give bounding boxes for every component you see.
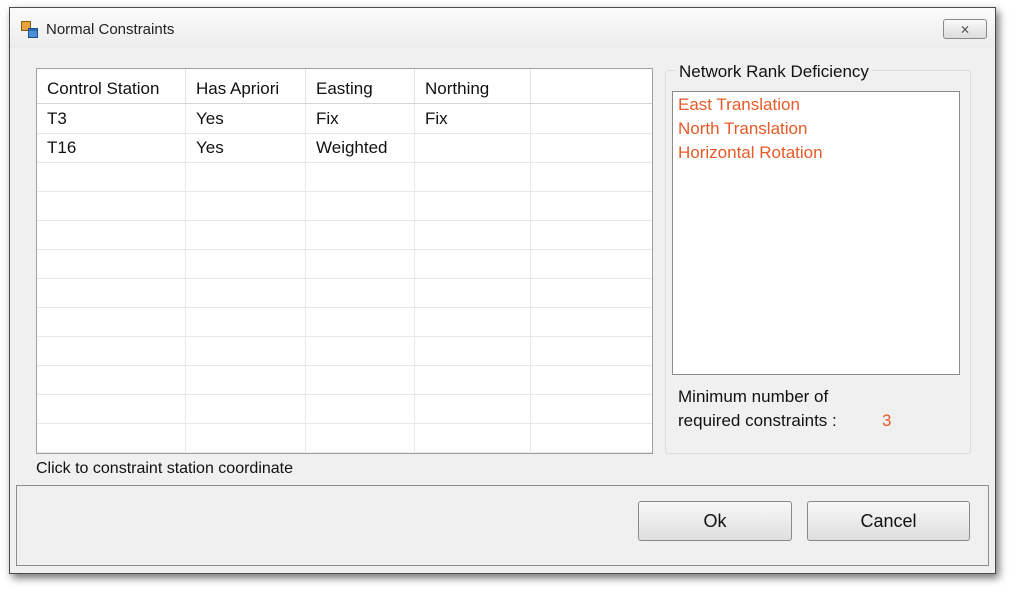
table-row[interactable]: T16 Yes Weighted [37, 133, 652, 163]
status-text: Click to constraint station coordinate [36, 460, 294, 477]
table-cell[interactable]: Weighted [306, 133, 415, 162]
close-button[interactable]: ⨯ [943, 19, 987, 39]
table-cell[interactable] [37, 365, 186, 394]
table-cell[interactable] [186, 249, 306, 278]
table-cell[interactable] [306, 336, 415, 365]
table-row[interactable] [37, 278, 652, 308]
table-cell[interactable] [531, 249, 652, 278]
button-bar: Ok Cancel [16, 485, 989, 566]
column-header-control-station[interactable]: Control Station [37, 69, 186, 103]
table-row[interactable] [37, 249, 652, 279]
table-cell[interactable] [186, 423, 306, 452]
table-cell[interactable] [306, 423, 415, 452]
list-item[interactable]: Horizontal Rotation [678, 141, 823, 165]
normal-constraints-dialog: Normal Constraints ⨯ Control Station Has… [9, 7, 996, 574]
table-cell[interactable] [186, 336, 306, 365]
table-cell[interactable] [37, 307, 186, 336]
table-cell[interactable] [531, 365, 652, 394]
table-cell[interactable] [37, 220, 186, 249]
table-row[interactable]: T3 Yes Fix Fix [37, 104, 652, 134]
ok-button[interactable]: Ok [638, 501, 792, 541]
table-cell[interactable] [37, 162, 186, 191]
rank-deficiency-list[interactable]: East Translation North Translation Horiz… [672, 91, 960, 375]
table-cell[interactable]: T3 [37, 104, 186, 133]
table-cell[interactable] [415, 133, 531, 162]
table-cell[interactable] [186, 162, 306, 191]
table-cell[interactable] [531, 307, 652, 336]
table-cell[interactable] [531, 394, 652, 423]
table-cell[interactable]: Fix [306, 104, 415, 133]
table-row[interactable] [37, 365, 652, 395]
table-cell[interactable]: Fix [415, 104, 531, 133]
table-cell[interactable] [306, 220, 415, 249]
table-row[interactable] [37, 191, 652, 221]
table-cell[interactable] [531, 162, 652, 191]
table-cell[interactable] [37, 423, 186, 452]
column-header-blank [531, 69, 652, 103]
min-constraints-value: 3 [882, 411, 892, 430]
column-header-has-apriori[interactable]: Has Apriori [186, 69, 306, 103]
table-cell[interactable] [415, 249, 531, 278]
table-row[interactable] [37, 336, 652, 366]
table-cell[interactable]: Yes [186, 104, 306, 133]
table-cell[interactable] [306, 191, 415, 220]
grid-header: Control Station Has Apriori Easting Nort… [37, 69, 652, 104]
close-icon: ⨯ [959, 22, 971, 36]
list-item[interactable]: North Translation [678, 117, 807, 141]
table-cell[interactable] [37, 278, 186, 307]
table-cell[interactable] [415, 336, 531, 365]
table-cell[interactable] [531, 278, 652, 307]
table-cell[interactable] [37, 191, 186, 220]
min-constraints-label-line1: Minimum number of [678, 387, 829, 406]
min-constraints-label-line2: required constraints : [678, 411, 837, 430]
table-cell[interactable] [186, 307, 306, 336]
table-row[interactable] [37, 307, 652, 337]
table-cell[interactable] [306, 394, 415, 423]
table-cell[interactable] [37, 394, 186, 423]
table-cell[interactable] [37, 336, 186, 365]
table-cell[interactable] [531, 336, 652, 365]
table-cell[interactable] [415, 394, 531, 423]
table-row[interactable] [37, 220, 652, 250]
table-row[interactable] [37, 162, 652, 192]
table-cell[interactable] [306, 365, 415, 394]
table-cell[interactable]: T16 [37, 133, 186, 162]
constraints-grid[interactable]: Control Station Has Apriori Easting Nort… [36, 68, 653, 454]
column-header-easting[interactable]: Easting [306, 69, 415, 103]
table-cell[interactable] [531, 220, 652, 249]
table-cell[interactable]: Yes [186, 133, 306, 162]
table-cell[interactable] [531, 423, 652, 452]
cancel-button[interactable]: Cancel [807, 501, 970, 541]
group-title: Network Rank Deficiency [676, 62, 872, 82]
table-cell[interactable] [306, 307, 415, 336]
table-cell[interactable] [415, 220, 531, 249]
table-cell[interactable] [415, 191, 531, 220]
title-bar[interactable]: Normal Constraints ⨯ [10, 8, 995, 48]
table-cell[interactable] [186, 220, 306, 249]
table-cell[interactable] [415, 278, 531, 307]
app-window-icon [21, 21, 38, 38]
table-cell[interactable] [415, 162, 531, 191]
table-cell[interactable] [37, 249, 186, 278]
table-cell[interactable] [531, 133, 652, 162]
table-cell[interactable] [186, 365, 306, 394]
table-cell[interactable] [306, 249, 415, 278]
table-cell[interactable] [415, 423, 531, 452]
table-cell[interactable] [306, 162, 415, 191]
table-row[interactable] [37, 394, 652, 424]
table-cell[interactable] [415, 307, 531, 336]
table-cell[interactable] [531, 104, 652, 133]
rank-deficiency-group: Network Rank Deficiency East Translation… [665, 62, 971, 454]
table-cell[interactable] [186, 191, 306, 220]
window-title: Normal Constraints [46, 21, 175, 38]
min-constraints-label: Minimum number of required constraints : [678, 385, 837, 433]
table-row[interactable] [37, 423, 652, 453]
table-cell[interactable] [531, 191, 652, 220]
table-cell[interactable] [415, 365, 531, 394]
list-item[interactable]: East Translation [678, 93, 800, 117]
table-cell[interactable] [306, 278, 415, 307]
table-cell[interactable] [186, 394, 306, 423]
table-cell[interactable] [186, 278, 306, 307]
column-header-northing[interactable]: Northing [415, 69, 531, 103]
